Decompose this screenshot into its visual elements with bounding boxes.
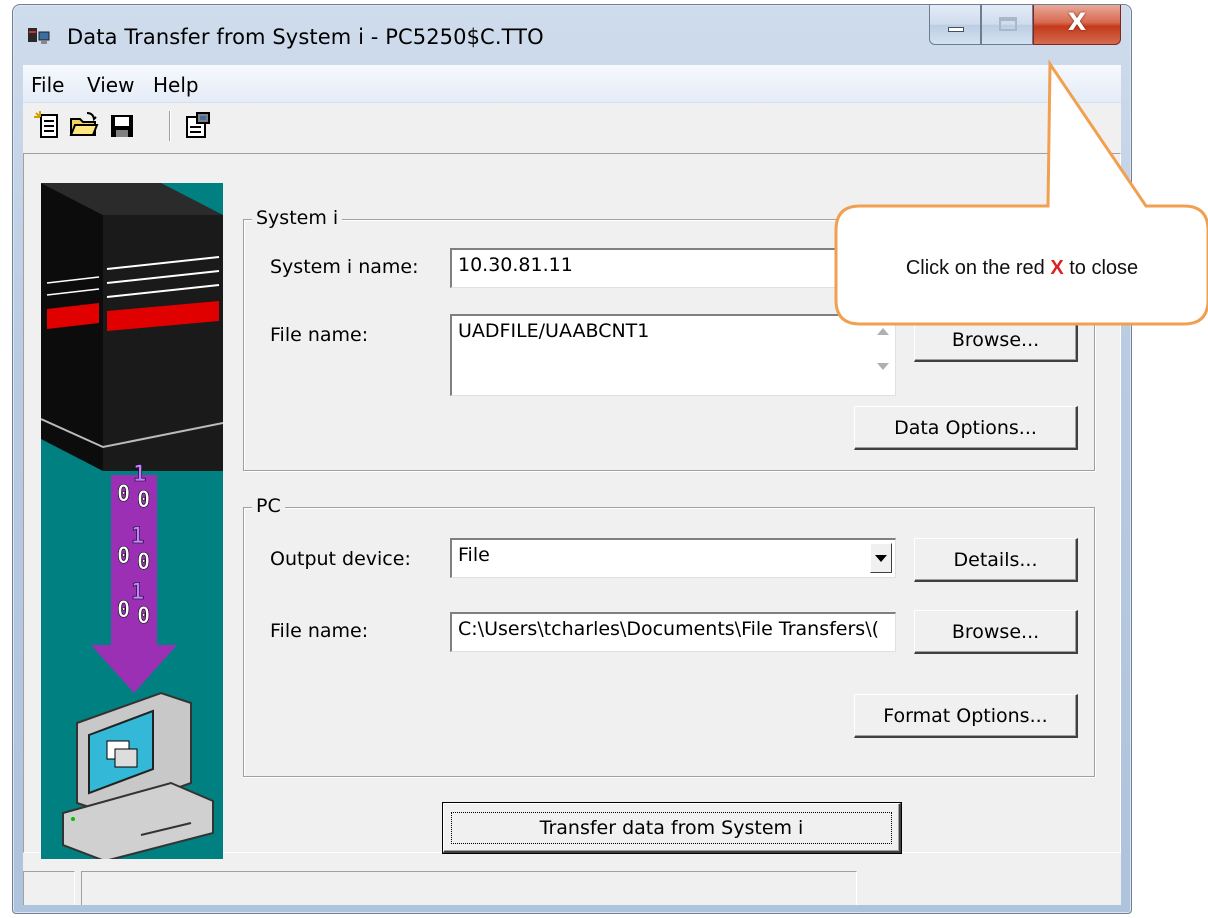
close-icon: X <box>1067 8 1087 36</box>
system-i-name-label: System i name: <box>270 256 419 278</box>
chevron-down-icon <box>875 554 887 562</box>
toolbar <box>23 103 1121 151</box>
window-title: Data Transfer from System i - PC5250$C.T… <box>67 25 544 49</box>
svg-text:1: 1 <box>133 462 146 487</box>
menu-file[interactable]: File <box>31 73 64 97</box>
pc-file-name-field[interactable]: C:\Users\tcharles\Documents\File Transfe… <box>450 612 896 652</box>
new-file-icon[interactable] <box>33 109 63 141</box>
status-pane-2 <box>81 871 857 905</box>
menu-help[interactable]: Help <box>153 73 199 97</box>
save-disk-icon[interactable] <box>107 109 137 141</box>
app-icon <box>28 28 50 44</box>
details-button[interactable]: Details... <box>914 538 1078 582</box>
server-to-pc-graphic: 00 00 00 1 1 1 <box>41 183 223 861</box>
pc-file-name-label: File name: <box>270 620 369 642</box>
callout-highlight: X <box>1050 257 1064 279</box>
system-file-name-field[interactable]: UADFILE/UAABCNT1 <box>450 314 896 396</box>
svg-text:0: 0 <box>117 598 130 623</box>
title-bar[interactable]: Data Transfer from System i - PC5250$C.T… <box>13 5 1131 63</box>
status-pane-1 <box>23 871 75 905</box>
close-button[interactable]: X <box>1033 5 1121 45</box>
pc-group-title: PC <box>252 495 285 517</box>
output-device-dropdown[interactable] <box>870 543 892 573</box>
output-device-label: Output device: <box>270 548 411 570</box>
scroll-up-icon[interactable] <box>877 328 889 335</box>
callout-text: Click on the red X to close <box>836 257 1208 280</box>
svg-text:0: 0 <box>117 544 130 569</box>
menu-view[interactable]: View <box>87 73 134 97</box>
toolbar-separator <box>169 111 171 141</box>
output-device-select[interactable]: File <box>450 538 896 578</box>
minimize-icon <box>948 27 964 32</box>
pc-browse-button[interactable]: Browse... <box>914 610 1078 654</box>
transfer-illustration: 00 00 00 1 1 1 <box>41 183 223 861</box>
pc-group: PC Output device: File Details... File n… <box>243 495 1095 777</box>
maximize-icon <box>999 17 1017 31</box>
svg-text:1: 1 <box>131 580 144 605</box>
menu-bar: File View Help <box>23 65 1121 103</box>
svg-text:0: 0 <box>137 604 150 629</box>
scroll-down-icon[interactable] <box>877 363 889 370</box>
app-window: Data Transfer from System i - PC5250$C.T… <box>12 4 1132 914</box>
svg-text:1: 1 <box>131 524 144 549</box>
file-name-scrollbar[interactable] <box>872 318 894 394</box>
maximize-button[interactable] <box>981 5 1033 45</box>
callout-prefix: Click on the red <box>905 257 1051 279</box>
system-file-name-label: File name: <box>270 324 369 346</box>
transfer-button[interactable]: Transfer data from System i <box>442 802 902 854</box>
data-options-button[interactable]: Data Options... <box>854 406 1078 450</box>
transfer-button-label: Transfer data from System i <box>450 811 893 844</box>
svg-text:0: 0 <box>137 488 150 513</box>
properties-icon[interactable] <box>183 109 213 141</box>
svg-text:0: 0 <box>137 550 150 575</box>
client-area: File View Help 0 0 0 0 0 0 1 1 1 System … <box>23 65 1121 905</box>
system-i-name-field[interactable]: 10.30.81.11 <box>450 248 850 288</box>
status-bar <box>23 859 1121 905</box>
format-options-button[interactable]: Format Options... <box>854 694 1078 738</box>
svg-text:0: 0 <box>117 482 130 507</box>
open-folder-icon[interactable] <box>69 109 99 141</box>
system-browse-button[interactable]: Browse... <box>914 318 1078 362</box>
system-i-group-title: System i <box>252 207 343 229</box>
callout-suffix: to close <box>1063 257 1139 279</box>
minimize-button[interactable] <box>929 5 981 45</box>
